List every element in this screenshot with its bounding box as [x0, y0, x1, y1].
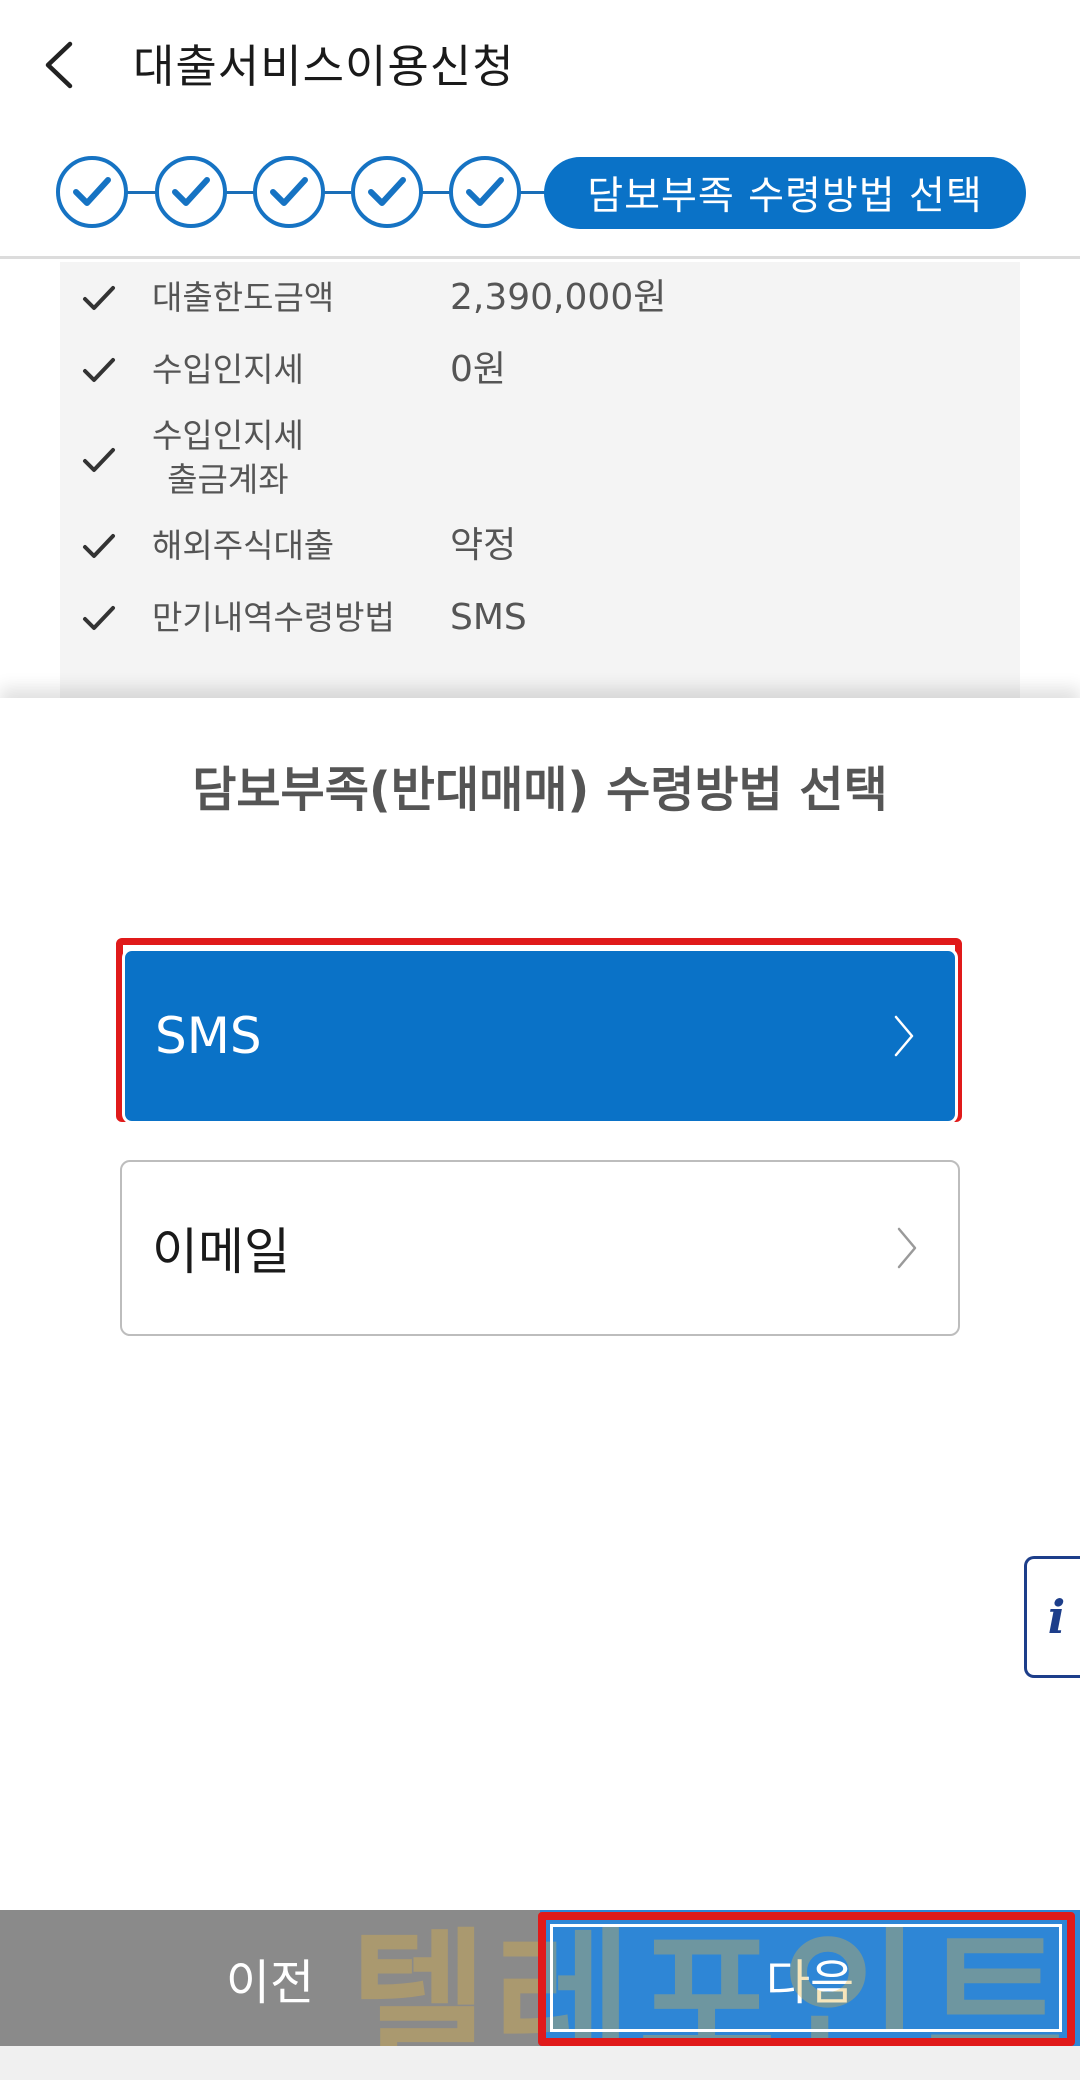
back-button[interactable]	[36, 36, 88, 94]
next-button-inner-border	[550, 1924, 1062, 2032]
step-1-complete	[56, 156, 128, 228]
current-step-pill: 담보부족 수령방법 선택	[544, 157, 1026, 229]
check-icon	[82, 604, 116, 634]
application-summary: 대출한도금액 2,390,000원 수입인지세 0원 수입인지세 출금계좌 해외…	[60, 262, 1020, 702]
option-email-button[interactable]: 이메일	[120, 1160, 960, 1336]
chevron-right-icon	[896, 1225, 918, 1271]
summary-value: 약정	[450, 525, 517, 566]
summary-value: 0원	[450, 349, 507, 390]
summary-label: 만기내역수령방법	[152, 598, 395, 637]
header-divider	[0, 256, 1080, 259]
summary-label: 대출한도금액	[152, 278, 335, 317]
option-label: 이메일	[152, 1223, 290, 1281]
page-title: 대출서비스이용신청	[133, 40, 515, 93]
progress-stepper: 담보부족 수령방법 선택	[0, 148, 1080, 238]
option-sms-button[interactable]: SMS	[122, 948, 958, 1124]
check-icon	[368, 177, 406, 206]
receive-method-sheet: 담보부족(반대매매) 수령방법 선택 SMS 이메일	[0, 698, 1080, 1910]
sheet-title: 담보부족(반대매매) 수령방법 선택	[192, 762, 888, 818]
summary-label: 수입인지세 출금계좌	[152, 416, 304, 499]
summary-label: 해외주식대출	[152, 526, 335, 565]
chevron-left-icon	[45, 41, 73, 89]
check-icon	[82, 532, 116, 562]
check-icon	[82, 284, 116, 314]
check-icon	[82, 446, 116, 476]
summary-value: 2,390,000원	[450, 277, 667, 318]
prev-button[interactable]: 이전	[0, 1910, 540, 2046]
system-nav-strip	[0, 2046, 1080, 2080]
check-icon	[270, 177, 308, 206]
step-5-complete	[449, 156, 521, 228]
check-icon	[172, 177, 210, 206]
check-icon	[82, 356, 116, 386]
info-tab-button[interactable]: i	[1024, 1556, 1080, 1678]
summary-value: SMS	[450, 597, 527, 638]
step-3-complete	[253, 156, 325, 228]
check-icon	[466, 177, 504, 206]
option-label: SMS	[155, 1007, 262, 1065]
chevron-right-icon	[893, 1013, 915, 1059]
info-icon: i	[1047, 1590, 1066, 1644]
summary-label: 수입인지세	[152, 350, 304, 389]
step-4-complete	[351, 156, 423, 228]
check-icon	[73, 177, 111, 206]
app-header: 대출서비스이용신청	[0, 0, 1080, 128]
step-2-complete	[155, 156, 227, 228]
